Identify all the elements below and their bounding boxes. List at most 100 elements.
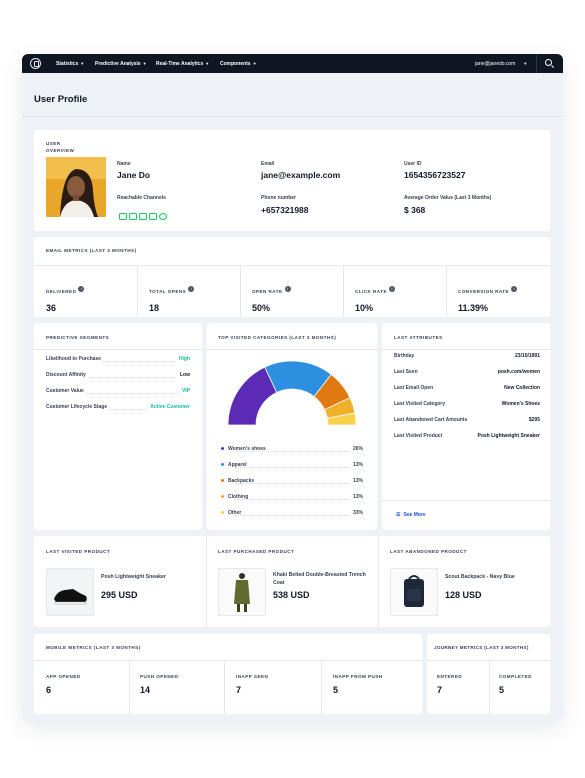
chevron-down-icon: ▼ xyxy=(80,61,85,66)
section-label: MOBILE METRICS (LAST 3 MONTHS) xyxy=(46,645,141,650)
chevron-down-icon: ▼ xyxy=(205,61,210,66)
legend-swatch xyxy=(221,479,224,483)
nav-menu-real-time-analytics[interactable]: Real-Time Analytics ▼ xyxy=(156,54,209,73)
divider xyxy=(378,536,379,627)
metric-app-opened: APP OPENED 6 xyxy=(46,674,81,695)
products-card: LAST VISITED PRODUCT Posh Lightweight Sn… xyxy=(34,536,550,627)
section-label: LAST VISITED PRODUCT xyxy=(46,549,111,554)
info-icon[interactable]: i xyxy=(284,285,291,292)
page-title: User Profile xyxy=(34,94,88,105)
attribute-row: Birthday 23/10/1991 xyxy=(394,353,540,359)
attribute-row: Last Abandoned Cart Amounts $295 xyxy=(394,417,540,423)
legend-item: Other 33% xyxy=(221,510,363,516)
channels-label: Reachable Channels xyxy=(117,195,166,201)
metric-open-rate: OPEN RATEi 50% xyxy=(252,280,291,313)
segment-row: Likelihood to Purchase High xyxy=(46,356,190,362)
last-attributes-card: LAST ATTRIBUTES Birthday 23/10/1991 Last … xyxy=(382,323,550,530)
metric-entered: ENTERED 7 xyxy=(437,674,463,695)
product-name: Khaki Belted Double-Breasted Trench Coat xyxy=(273,572,366,586)
legend-item: Women's shoes 26% xyxy=(221,446,363,452)
divider xyxy=(34,265,550,266)
user-menu[interactable]: jane@janedo.com ▼ xyxy=(475,54,527,74)
divider xyxy=(382,500,550,501)
section-label: LAST PURCHASED PRODUCT xyxy=(218,549,295,554)
divider xyxy=(446,265,447,317)
divider xyxy=(34,349,202,350)
search-icon[interactable] xyxy=(545,59,552,66)
legend-item: Clothing 13% xyxy=(221,494,363,500)
divider xyxy=(34,660,422,661)
divider xyxy=(489,660,490,714)
backpack-image[interactable] xyxy=(390,568,438,616)
title-divider xyxy=(22,116,563,117)
divider xyxy=(382,349,550,350)
nav-menu-predictive-analysis[interactable]: Predictive Analysis ▼ xyxy=(95,54,147,73)
legend-swatch xyxy=(221,463,224,467)
legend-swatch xyxy=(221,511,224,515)
semi-donut-chart xyxy=(227,360,357,426)
section-label: PREDICTIVE SEGMENTS xyxy=(46,335,110,340)
metric-push-opened: PUSH OPENED 14 xyxy=(140,674,179,695)
logo-icon[interactable] xyxy=(30,58,41,69)
attribute-row: Last Seen posh.com/women xyxy=(394,369,540,375)
whatsapp-channel-icon xyxy=(159,213,167,220)
divider xyxy=(240,265,241,317)
aov-label: Average Order Value (Last 3 Months) xyxy=(404,195,492,201)
aov-value: $ 368 xyxy=(404,205,426,215)
nav-menu-components[interactable]: Components ▼ xyxy=(220,54,257,73)
sms-channel-icon xyxy=(129,213,137,220)
divider xyxy=(137,265,138,317)
segment-row: Customer Lifecycle Stage Active Customer xyxy=(46,404,190,410)
section-label: USER OVERVIEW xyxy=(46,141,75,153)
info-icon[interactable]: i xyxy=(78,285,85,292)
metric-inapp-from-push: INAPP FROM PUSH 5 xyxy=(333,674,383,695)
categories-chart-card: TOP VISITED CATEGORIES (LAST 3 MONTHS) W… xyxy=(207,323,377,530)
metric-total-opens: TOTAL OPENSi 18 xyxy=(149,280,195,313)
top-navbar: Statistics ▼ Predictive Analysis ▼ Real-Ti… xyxy=(22,54,563,73)
mobile-metrics-card: MOBILE METRICS (LAST 3 MONTHS) APP OPENE… xyxy=(34,634,422,714)
section-label: LAST ABANDONED PRODUCT xyxy=(390,549,467,554)
product-price: 128 USD xyxy=(445,590,482,600)
attribute-row: Last Visited Category Women's Shoes xyxy=(394,401,540,407)
phone-label: Phone number xyxy=(261,195,297,201)
chart-title: TOP VISITED CATEGORIES (LAST 3 MONTHS) xyxy=(218,335,337,340)
divider xyxy=(224,660,225,714)
see-more-link[interactable]: ☰ See More xyxy=(396,512,426,518)
user-name: Jane Do xyxy=(117,170,151,180)
chevron-down-icon: ▼ xyxy=(142,61,147,66)
legend-item: Backpacks 13% xyxy=(221,478,363,484)
metric-delivered: DELIVEREDi 36 xyxy=(46,280,85,313)
product-name: Posh Lightweight Sneaker xyxy=(101,574,166,580)
info-icon[interactable]: i xyxy=(511,285,518,292)
legend-item: Apparel 13% xyxy=(221,462,363,468)
section-label: EMAIL METRICS (LAST 3 MONTHS) xyxy=(46,248,137,253)
user-phone: +657321988 xyxy=(261,205,309,215)
legend-swatch xyxy=(221,495,224,499)
email-label: Email xyxy=(261,161,275,167)
info-icon[interactable]: i xyxy=(388,285,395,292)
channel-icons xyxy=(119,207,169,225)
list-icon: ☰ xyxy=(396,512,401,518)
divider xyxy=(129,660,130,714)
product-price: 538 USD xyxy=(273,590,310,600)
divider xyxy=(207,349,377,350)
name-label: Name xyxy=(117,161,131,167)
sneaker-image[interactable] xyxy=(46,568,94,616)
email-channel-icon xyxy=(119,213,127,220)
user-id: 1654356723527 xyxy=(404,170,466,180)
metric-conversion-rate: CONVERSION RATEi 11.39% xyxy=(458,280,518,313)
trench-coat-image[interactable] xyxy=(218,568,266,616)
product-name: Scout Backpack - Navy Blue xyxy=(445,574,515,580)
info-icon[interactable]: i xyxy=(188,285,195,292)
predictive-segments-card: PREDICTIVE SEGMENTS Likelihood to Purcha… xyxy=(34,323,202,530)
userid-label: User ID xyxy=(404,161,422,167)
section-label: JOURNEY METRICS (LAST 3 MONTHS) xyxy=(434,645,529,650)
legend-swatch xyxy=(221,447,224,451)
push-channel-icon xyxy=(139,213,147,220)
chevron-down-icon: ▼ xyxy=(252,61,257,66)
nav-menu-statistics[interactable]: Statistics ▼ xyxy=(56,54,84,73)
nav-divider xyxy=(536,54,537,73)
journey-metrics-card: JOURNEY METRICS (LAST 3 MONTHS) ENTERED 7… xyxy=(427,634,550,714)
user-overview-card: USER OVERVIEW Name Jane Do Reachable Cha… xyxy=(34,130,550,231)
divider xyxy=(343,265,344,317)
